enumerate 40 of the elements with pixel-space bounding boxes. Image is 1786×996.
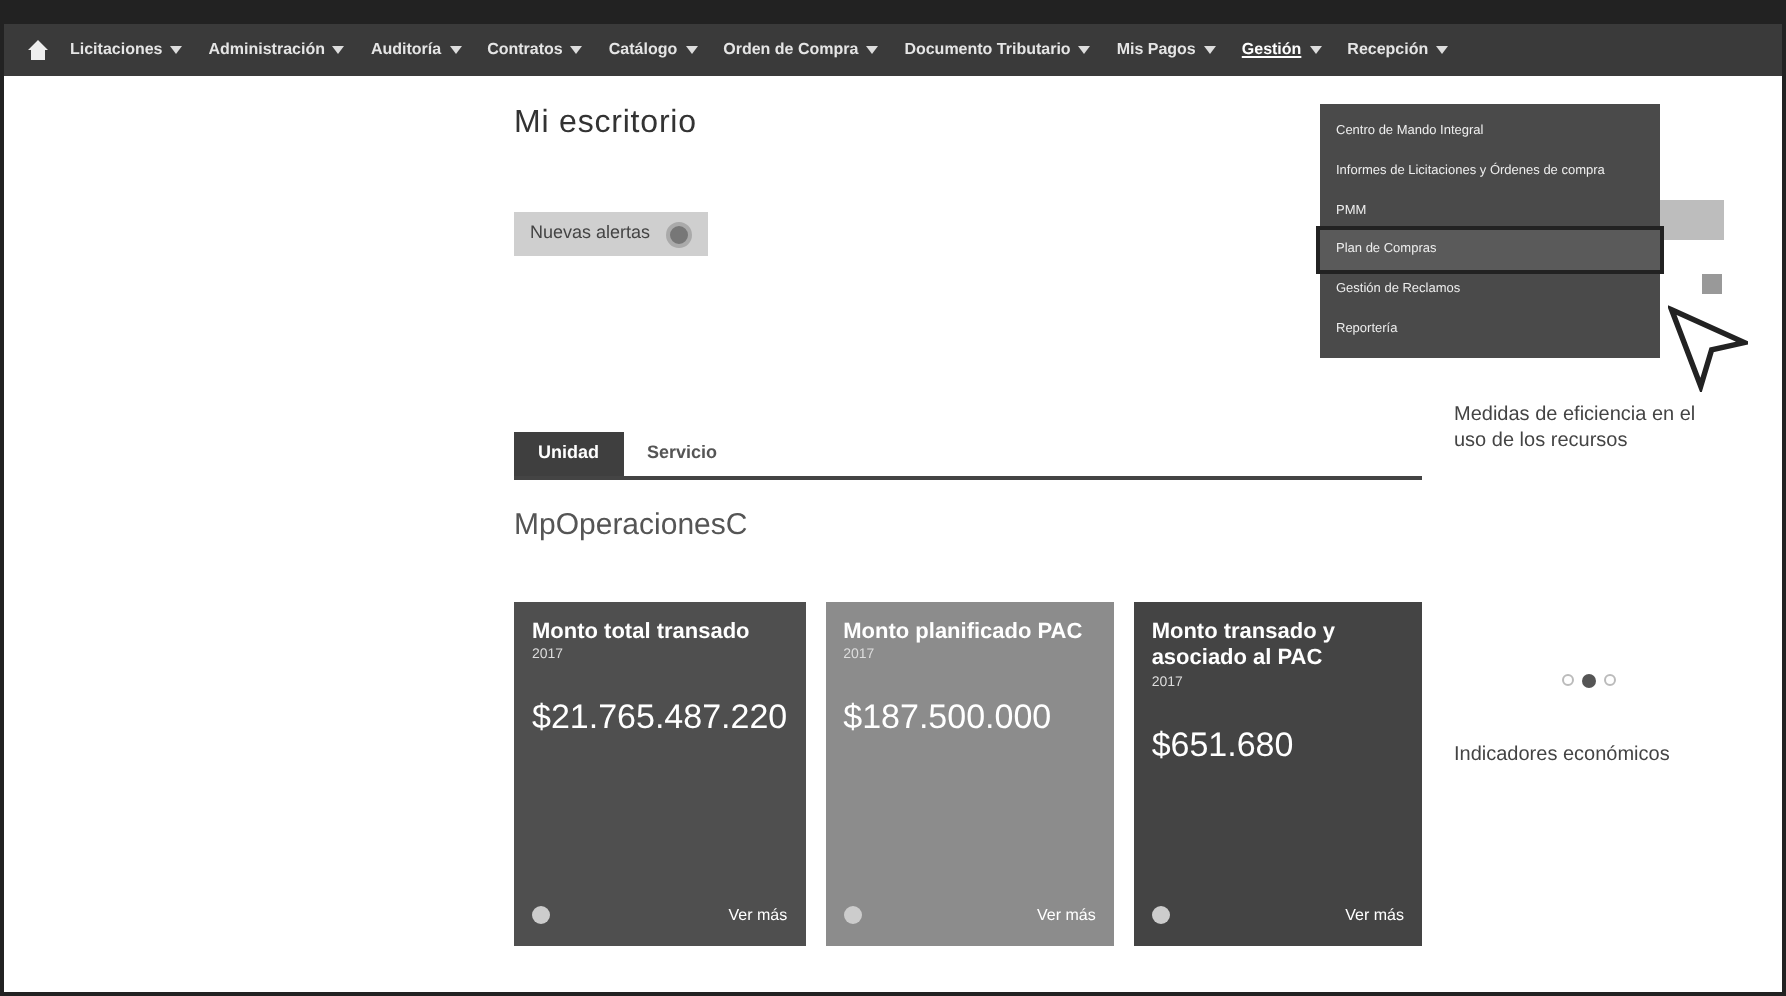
caret-icon: [449, 46, 462, 54]
see-more-link[interactable]: Ver más: [1345, 903, 1404, 927]
page-title: Mi escritorio: [514, 104, 697, 144]
alert-icon: [666, 221, 693, 247]
card-title: Monto transado y asociado al PAC: [1151, 619, 1337, 674]
nav-menu-item[interactable]: Recepción: [1343, 38, 1453, 62]
nav-menu-item[interactable]: Documento Tributario: [900, 38, 1095, 62]
caret-icon: [570, 46, 583, 54]
nav-menu-item[interactable]: Licitaciones: [66, 38, 187, 62]
caret-icon: [1203, 46, 1216, 54]
card-amount: $651.680: [1151, 723, 1296, 767]
caret-icon: [866, 46, 879, 54]
caret-icon: [1309, 46, 1322, 54]
card-amount: $21.765.487.220: [532, 695, 788, 740]
cursor-arrow-icon: [1668, 304, 1748, 392]
nav-menu-item[interactable]: Contratos: [483, 38, 587, 62]
tab[interactable]: Unidad: [514, 432, 623, 476]
nav-menu-item[interactable]: Mis Pagos: [1112, 38, 1220, 62]
card-title: Monto planificado PAC: [843, 619, 1085, 647]
alerts-button[interactable]: Nuevas alertas: [514, 212, 709, 256]
caret-icon: [1078, 46, 1091, 54]
info-icon: [1151, 906, 1170, 924]
caret-icon: [332, 46, 345, 54]
nav-menu-item[interactable]: Gestión: [1237, 38, 1326, 62]
section-title: Indicadores económicos: [1454, 742, 1672, 770]
caret-icon: [1436, 46, 1449, 54]
card-title: Monto total transado: [532, 619, 752, 647]
nav-menu-item[interactable]: Auditoría: [366, 38, 466, 62]
section-title: Medidas de eficiencia en el uso de los recursos: [1454, 404, 1698, 454]
caret-icon: [170, 46, 183, 54]
info-icon: [532, 906, 550, 924]
see-more-link[interactable]: Ver más: [728, 903, 788, 927]
unit-name: MpOperacionesC: [514, 506, 750, 546]
info-icon: [843, 906, 862, 924]
card-amount: $187.500.000: [843, 695, 1054, 740]
nav-menu-item[interactable]: Administración: [204, 38, 349, 62]
home-icon[interactable]: [28, 40, 48, 60]
nav-menu-item[interactable]: Catálogo: [604, 38, 702, 62]
caret-icon: [685, 46, 698, 54]
nav-menu-item[interactable]: Orden de Compra: [719, 38, 883, 62]
